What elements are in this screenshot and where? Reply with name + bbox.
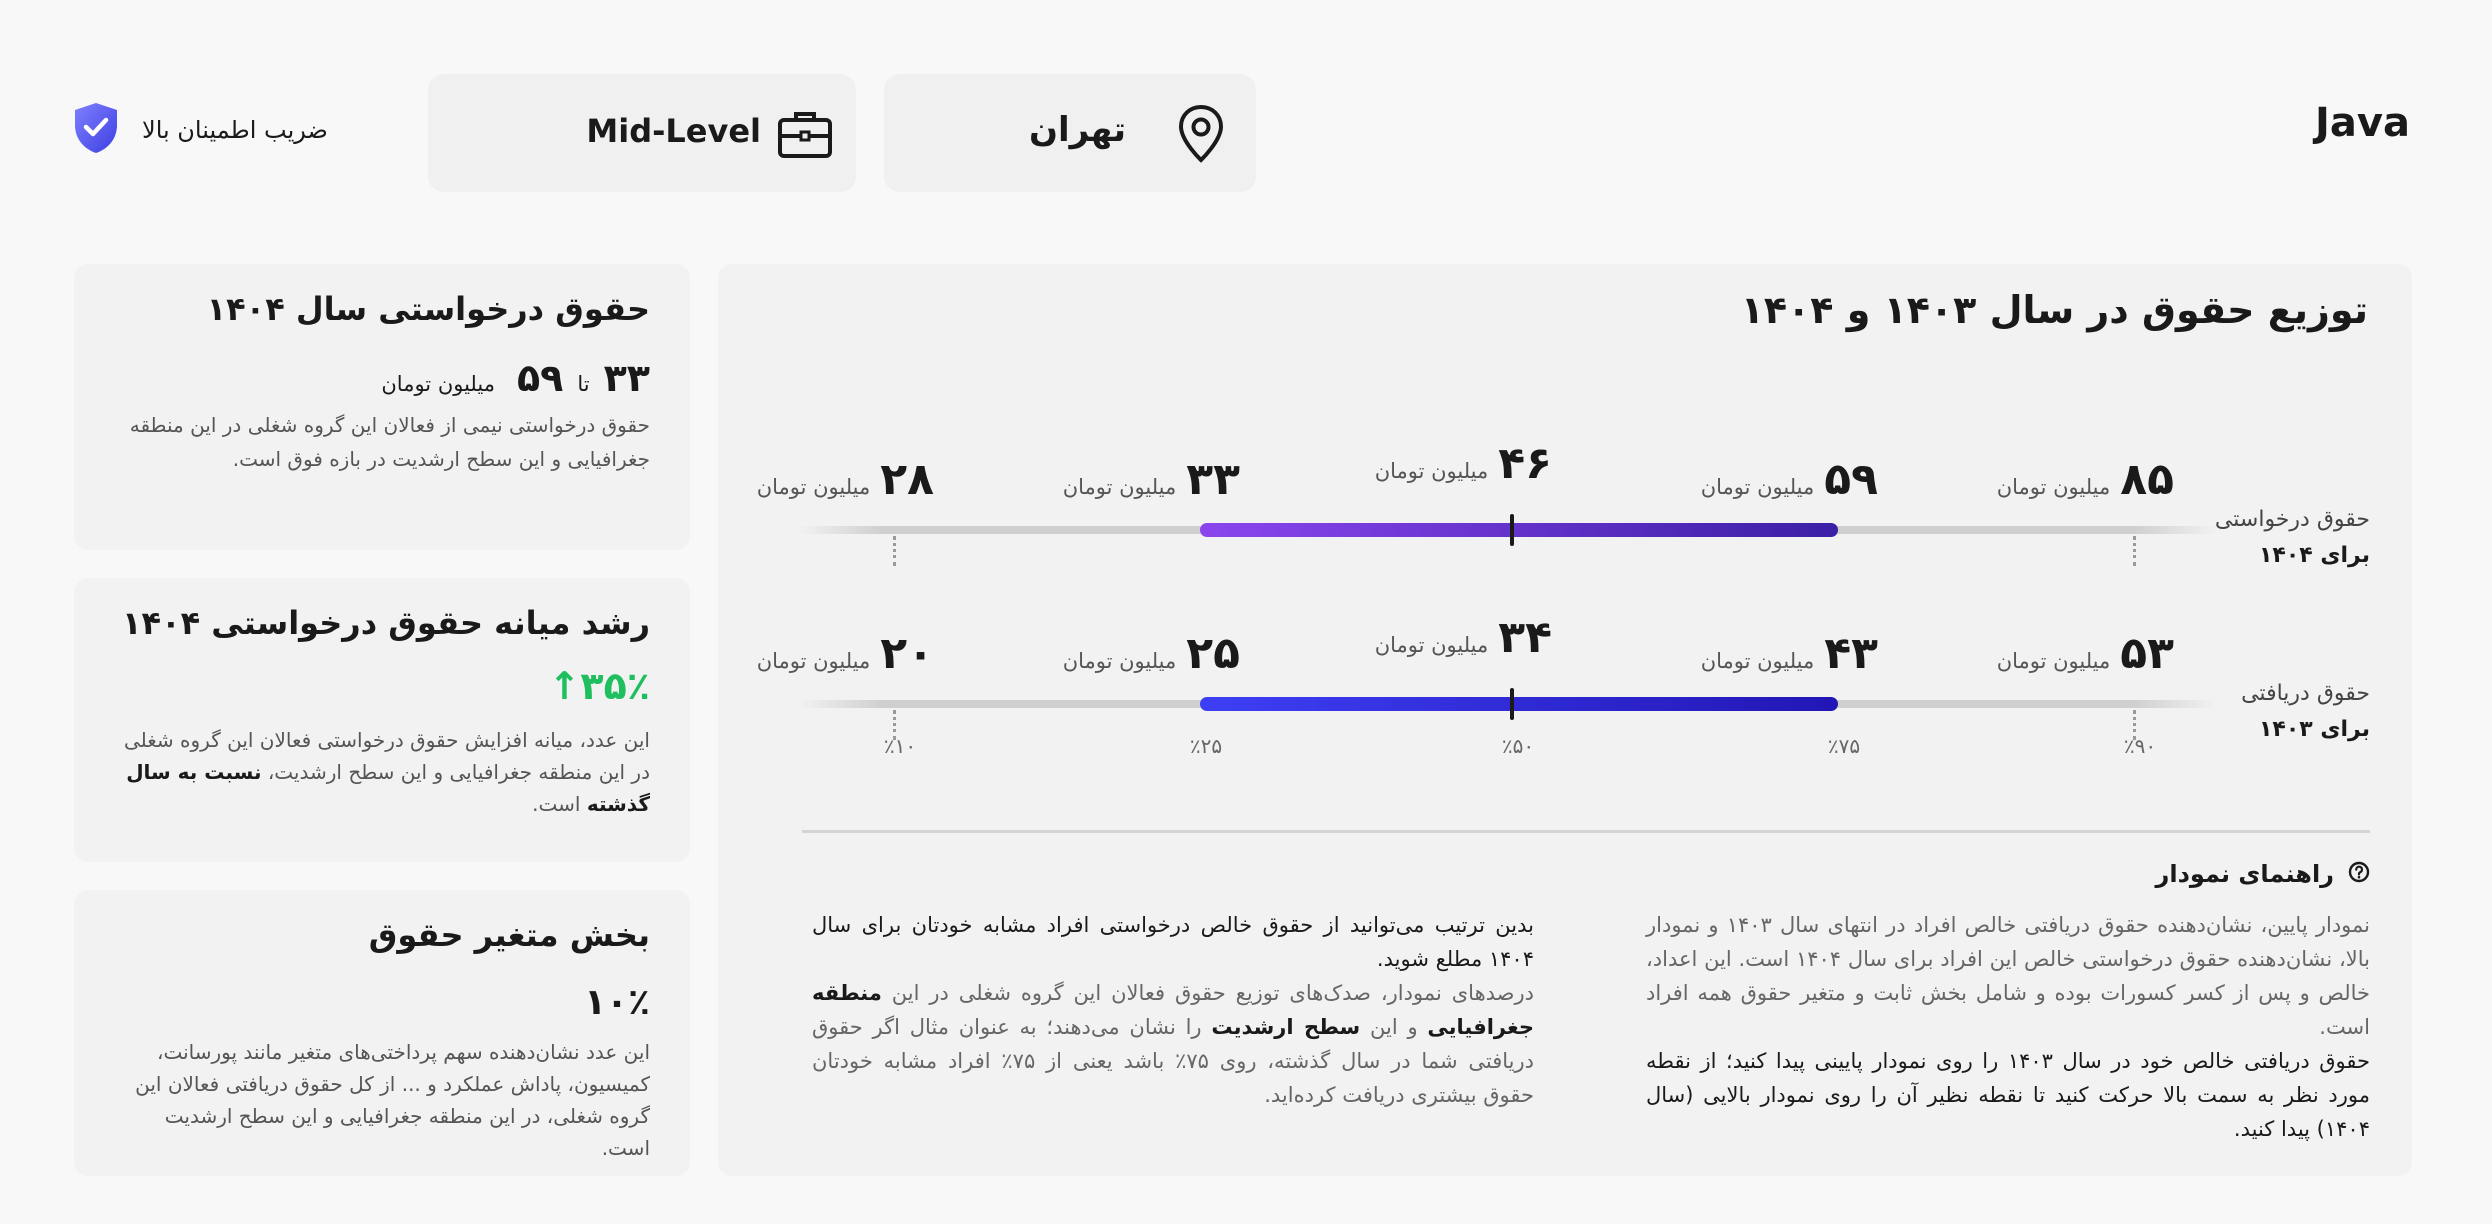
value-label: میلیون تومان ۲۸ [724, 454, 934, 505]
divider [802, 830, 2370, 833]
page-title: Java [2315, 100, 2410, 146]
value-label: میلیون تومان ۲۵ [1030, 628, 1240, 679]
value-unit: میلیون تومان [1062, 649, 1177, 673]
requested-salary-card: حقوق درخواستی سال ۱۴۰۴ میلیون تومان ۵۹ ت… [74, 264, 690, 550]
value-number: ۲۸ [880, 454, 934, 505]
legend-percentile-note: درصدهای نمودار، صدک‌های توزیع حقوق فعالا… [812, 981, 1534, 1107]
value-unit: میلیون تومان [1374, 633, 1489, 657]
value-number: ۲۵ [1186, 628, 1240, 679]
whisker-marker [2133, 536, 2136, 566]
value-number: ۳۴ [1498, 612, 1552, 663]
range-max: ۵۹ [516, 356, 564, 400]
value-unit: میلیون تومان [1062, 475, 1177, 499]
iqr-bar [1200, 523, 1838, 537]
value-label: میلیون تومان ۳۳ [1030, 454, 1240, 505]
card-title: حقوق درخواستی سال ۱۴۰۴ [206, 290, 650, 328]
location-pin-icon [1174, 104, 1228, 168]
value-label: میلیون تومان ۳۴ [1342, 612, 1552, 663]
percentile-label: ٪۱۰ [883, 734, 917, 758]
value-unit: میلیون تومان [1996, 475, 2111, 499]
range-min: ۳۳ [603, 356, 650, 400]
legend-instruction: حقوق دریافتی خالص خود در سال ۱۴۰۳ را روی… [1646, 1049, 2370, 1141]
note-part2: و این [1360, 1015, 1428, 1039]
level-chip[interactable]: Mid-Level [428, 74, 856, 192]
card-description: حقوق درخواستی نیمی از فعالان این گروه شغ… [129, 413, 650, 471]
percentile-label: ٪۷۵ [1827, 734, 1861, 758]
card-title: رشد میانه حقوق درخواستی ۱۴۰۴ [122, 604, 650, 642]
note-part1: درصدهای نمودار، صدک‌های توزیع حقوق فعالا… [881, 981, 1534, 1005]
legend-result: بدین ترتیب می‌توانید از حقوق خالص درخواس… [812, 913, 1534, 971]
salary-range-chart: حقوق درخواستی برای ۱۴۰۴ میلیون تومان ۲۸ میلی… [718, 264, 2412, 784]
card-title: بخش متغیر حقوق [368, 916, 650, 954]
value-label: میلیون تومان ۴۳ [1668, 628, 1878, 679]
value-label: میلیون تومان ۵۳ [1964, 628, 2174, 679]
series-name-line1: حقوق دریافتی [2241, 681, 2370, 706]
level-label: Mid-Level [586, 112, 761, 150]
value-number: ۲۰ [880, 628, 934, 679]
requested-range: میلیون تومان ۵۹ تا ۳۳ [381, 356, 650, 400]
variable-pay-card: بخش متغیر حقوق ۱۰٪ این عدد نشان‌دهنده سه… [74, 890, 690, 1176]
percentile-label: ٪۹۰ [2123, 734, 2157, 758]
iqr-bar [1200, 697, 1838, 711]
value-unit: میلیون تومان [1996, 649, 2111, 673]
note-bold-seniority: سطح ارشدیت [1211, 1015, 1361, 1039]
desc-part2: است. [532, 792, 587, 816]
value-label: میلیون تومان ۴۶ [1342, 438, 1552, 489]
briefcase-icon [776, 106, 834, 166]
location-label: تهران [1028, 110, 1126, 150]
value-number: ۸۵ [2120, 454, 2174, 505]
value-number: ۳۳ [1186, 454, 1240, 505]
series-name-line2: برای ۱۴۰۳ [2258, 717, 2370, 742]
value-unit: میلیون تومان [756, 475, 871, 499]
series-name: حقوق درخواستی برای ۱۴۰۴ [2215, 502, 2370, 574]
distribution-card: توزیع حقوق در سال ۱۴۰۳ و ۱۴۰۴ حقوق درخوا… [718, 264, 2412, 1176]
legend-explanation: نمودار پایین، نشان‌دهنده حقوق دریافتی خا… [1646, 913, 2371, 1039]
value-unit: میلیون تومان [756, 649, 871, 673]
percentile-label: ٪۲۵ [1189, 734, 1223, 758]
legend-column-1: نمودار پایین، نشان‌دهنده حقوق دریافتی خا… [1646, 908, 2370, 1146]
legend-title: راهنمای نمودار [2155, 860, 2334, 888]
location-chip[interactable]: تهران [884, 74, 1256, 192]
series-name: حقوق دریافتی برای ۱۴۰۳ [2241, 676, 2370, 748]
value-number: ۵۹ [1824, 454, 1878, 505]
card-description: این عدد نشان‌دهنده سهم پرداختی‌های متغیر… [135, 1040, 650, 1160]
legend-header: راهنمای نمودار [2156, 860, 2370, 888]
shield-check-icon [68, 100, 124, 160]
value-label: میلیون تومان ۲۰ [724, 628, 934, 679]
variable-value: ۱۰٪ [584, 982, 650, 1023]
series-name-line2: برای ۱۴۰۴ [2258, 543, 2370, 568]
value-label: میلیون تومان ۸۵ [1964, 454, 2174, 505]
value-number: ۴۳ [1824, 628, 1878, 679]
confidence-label: ضریب اطمینان بالا [142, 116, 328, 144]
median-tick [1510, 688, 1514, 720]
range-to: تا [577, 372, 590, 396]
legend-column-2: بدین ترتیب می‌توانید از حقوق خالص درخواس… [812, 908, 1534, 1112]
card-description: این عدد، میانه افزایش حقوق درخواستی فعال… [114, 724, 650, 820]
series-name-line1: حقوق درخواستی [2214, 507, 2370, 532]
value-number: ۵۳ [2120, 628, 2174, 679]
value-number: ۴۶ [1498, 438, 1552, 489]
percentile-label: ٪۵۰ [1501, 734, 1535, 758]
growth-card: رشد میانه حقوق درخواستی ۱۴۰۴ ↑۳۵٪ این عد… [74, 578, 690, 862]
median-tick [1510, 514, 1514, 546]
help-circle-icon [2348, 861, 2370, 887]
value-unit: میلیون تومان [1374, 459, 1489, 483]
value-label: میلیون تومان ۵۹ [1668, 454, 1878, 505]
range-unit: میلیون تومان [381, 372, 495, 396]
value-unit: میلیون تومان [1700, 649, 1815, 673]
value-unit: میلیون تومان [1700, 475, 1815, 499]
whisker-marker [893, 536, 896, 566]
growth-value: ↑۳۵٪ [548, 664, 650, 708]
